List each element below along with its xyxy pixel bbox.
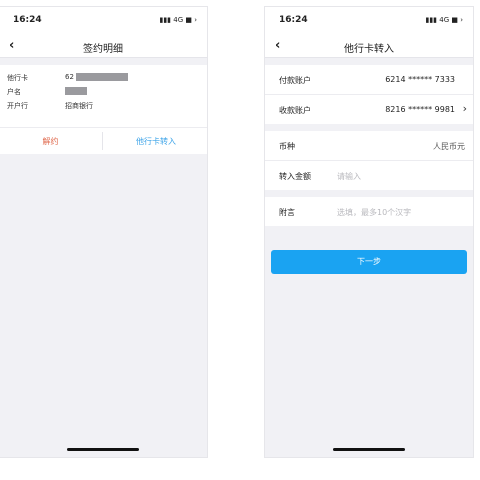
amount-label: 转入金额 xyxy=(279,172,311,181)
receive-account-label: 收款账户 xyxy=(279,106,311,115)
bank-label: 开户行 xyxy=(7,102,28,110)
pay-account-row: 付款账户 6214 ****** 7333 xyxy=(265,65,473,95)
card-number: 62 xyxy=(65,73,129,81)
holder-name xyxy=(65,87,87,95)
page-title: 签约明细 xyxy=(83,44,123,55)
signing-detail-card: 他行卡 62 户名 开户行 招商银行 xyxy=(0,65,207,128)
nav-bar: ‹ 签约明细 xyxy=(0,35,207,58)
note-label: 附言 xyxy=(279,208,295,217)
transfer-in-button[interactable]: 他行卡转入 xyxy=(103,136,207,147)
home-indicator xyxy=(333,448,405,451)
amount-row[interactable]: 转入金额 请输入 xyxy=(265,161,473,190)
transfer-form: 币种 人民币元 转入金额 请输入 xyxy=(265,131,473,190)
currency-row: 币种 人民币元 xyxy=(265,131,473,161)
currency-label: 币种 xyxy=(279,142,295,151)
status-time: 16:24 xyxy=(279,15,308,25)
holder-label: 户名 xyxy=(7,88,21,96)
right-screen: 16:24 ▮▮▮ 4G ■ › ‹ 他行卡转入 付款账户 6214 *****… xyxy=(264,6,474,458)
signal-battery-icon: ▮▮▮ 4G ■ › xyxy=(159,16,197,24)
card-number-prefix: 62 xyxy=(65,73,74,81)
unbind-button[interactable]: 解约 xyxy=(0,136,102,147)
signal-battery-icon: ▮▮▮ 4G ■ › xyxy=(425,16,463,24)
action-bar: 解约 他行卡转入 xyxy=(0,128,207,154)
amount-input[interactable]: 请输入 xyxy=(337,171,361,182)
status-bar: 16:24 ▮▮▮ 4G ■ › xyxy=(0,7,207,35)
next-button[interactable]: 下一步 xyxy=(271,250,467,274)
currency-value: 人民币元 xyxy=(433,142,465,151)
note-row[interactable]: 附言 选填，最多10个汉字 xyxy=(265,197,473,226)
pay-account-value: 6214 ****** 7333 xyxy=(385,75,455,84)
note-group: 附言 选填，最多10个汉字 xyxy=(265,197,473,226)
note-input[interactable]: 选填，最多10个汉字 xyxy=(337,207,411,218)
bank-value: 招商银行 xyxy=(65,102,93,110)
left-screen: 16:24 ▮▮▮ 4G ■ › ‹ 签约明细 他行卡 62 户名 开户行 招商… xyxy=(0,6,208,458)
chevron-right-icon[interactable]: › xyxy=(463,102,467,115)
masked-card-number xyxy=(76,73,129,81)
card-label: 他行卡 xyxy=(7,74,28,82)
pay-account-label: 付款账户 xyxy=(279,76,311,85)
account-group: 付款账户 6214 ****** 7333 收款账户 8216 ****** 9… xyxy=(265,65,473,124)
page-title: 他行卡转入 xyxy=(344,44,394,55)
receive-account-row[interactable]: 收款账户 8216 ****** 9981 › xyxy=(265,95,473,124)
masked-holder-name xyxy=(65,87,87,95)
status-bar: 16:24 ▮▮▮ 4G ■ › xyxy=(265,7,473,35)
receive-account-value: 8216 ****** 9981 xyxy=(385,105,455,114)
status-time: 16:24 xyxy=(13,15,42,25)
home-indicator xyxy=(67,448,139,451)
nav-bar: ‹ 他行卡转入 xyxy=(265,35,473,58)
